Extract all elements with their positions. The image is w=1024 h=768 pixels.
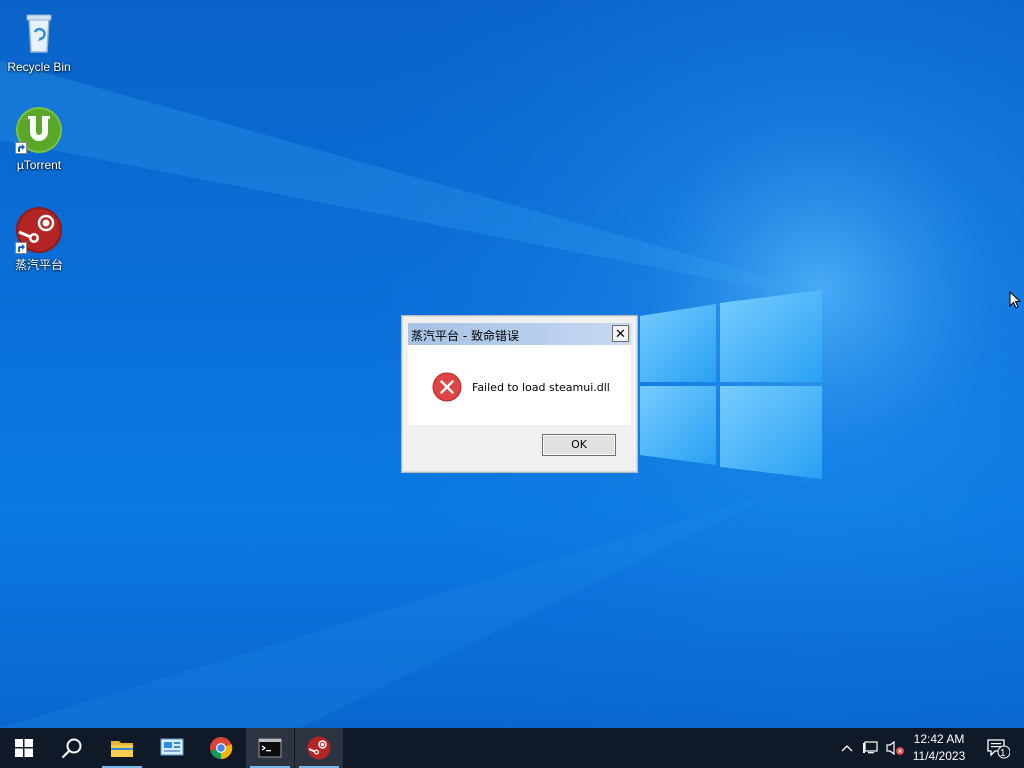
tray-show-hidden-icons[interactable]: [838, 728, 856, 768]
control-panel-icon: [160, 738, 184, 756]
dialog-titlebar[interactable]: 蒸汽平台 - 致命错误 ✕: [408, 323, 631, 345]
folder-icon: [111, 741, 133, 757]
notification-icon: [987, 739, 1010, 759]
steam-icon: [15, 206, 63, 254]
search-button[interactable]: [48, 728, 96, 768]
clock-time: 12:42 AM: [913, 732, 965, 746]
desktop-icon-steam[interactable]: 蒸汽平台: [1, 206, 77, 272]
steam-icon: [307, 736, 331, 760]
dialog-title: 蒸汽平台 - 致命错误: [411, 329, 519, 343]
taskbar-file-explorer[interactable]: [98, 728, 146, 768]
desktop-icon-label: Recycle Bin: [7, 60, 71, 74]
dialog-body: Failed to load steamui.dll: [408, 345, 631, 425]
chevron-up-icon: [841, 745, 853, 752]
search-icon: [61, 738, 82, 759]
windows-start-icon: [15, 739, 33, 757]
network-icon: [863, 741, 878, 754]
taskbar-control-panel[interactable]: [148, 728, 196, 768]
shortcut-arrow-icon: [15, 242, 27, 254]
cmd-icon: [258, 738, 282, 758]
notification-count: 1: [1000, 748, 1006, 759]
chrome-icon: [210, 737, 233, 760]
taskbar-clock[interactable]: 12:42 AM 11/4/2023: [904, 728, 974, 768]
error-icon: [432, 372, 462, 402]
start-button[interactable]: [0, 728, 48, 768]
desktop-icon-utorrent[interactable]: µTorrent: [1, 106, 77, 172]
taskbar-command-prompt[interactable]: [246, 728, 294, 768]
taskbar: 1: [0, 728, 1024, 768]
volume-muted-icon: [886, 740, 904, 756]
recycle-bin-icon: [15, 8, 63, 56]
taskbar-steam[interactable]: [295, 728, 343, 768]
desktop-icon-label: µTorrent: [16, 158, 62, 172]
action-center-button[interactable]: 1: [978, 728, 1018, 768]
tray-network[interactable]: [860, 728, 882, 768]
tray-volume[interactable]: [884, 728, 906, 768]
close-button[interactable]: ✕: [612, 325, 629, 342]
shortcut-arrow-icon: [15, 142, 27, 154]
taskbar-chrome[interactable]: [197, 728, 245, 768]
desktop[interactable]: Recycle Bin µTorrent 蒸汽平台 蒸汽平台 - 致命错误 ✕ …: [0, 0, 1024, 728]
dialog-message: Failed to load steamui.dll: [472, 381, 610, 394]
mouse-cursor-icon: [1009, 291, 1021, 309]
desktop-icon-recycle-bin[interactable]: Recycle Bin: [1, 8, 77, 74]
ok-button[interactable]: OK: [542, 434, 616, 456]
utorrent-icon: [15, 106, 63, 154]
close-icon: ✕: [615, 326, 626, 341]
desktop-icon-label: 蒸汽平台: [14, 258, 63, 272]
error-dialog[interactable]: 蒸汽平台 - 致命错误 ✕ Failed to load steamui.dll…: [401, 315, 638, 473]
clock-date: 11/4/2023: [912, 749, 966, 763]
